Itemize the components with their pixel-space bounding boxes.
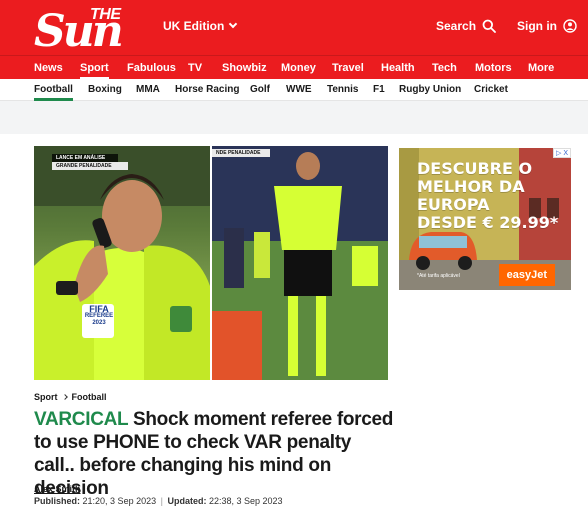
author-link[interactable]: Alex Smith <box>34 484 81 494</box>
main-nav-item-showbiz[interactable]: Showbiz <box>222 56 267 80</box>
sub-nav-item-cricket[interactable]: Cricket <box>474 79 508 101</box>
main-nav-item-fabulous[interactable]: Fabulous <box>127 56 176 80</box>
ad-headline-line-2: MELHOR DA EUROPA <box>417 177 525 214</box>
easyjet-logo: easyJet <box>498 264 555 286</box>
updated-date: 22:38, 3 Sep 2023 <box>209 496 283 506</box>
date-separator: | <box>160 496 163 506</box>
penalty-tag-right-text: NDE PENALIDADE <box>216 150 261 156</box>
ad-headline-line-3: DESDE € 29.99* <box>417 213 559 232</box>
breadcrumb: Sport Football <box>34 392 107 402</box>
main-nav-item-news[interactable]: News <box>34 56 63 80</box>
fifa-badge-year: 2023 <box>92 320 106 326</box>
sub-nav-item-f1[interactable]: F1 <box>373 79 385 101</box>
edition-label: UK Edition <box>163 19 225 33</box>
main-nav-item-money[interactable]: Money <box>281 56 316 80</box>
sub-nav-item-tennis[interactable]: Tennis <box>327 79 358 101</box>
main-nav-item-tv[interactable]: TV <box>188 56 202 80</box>
ad-fineprint: *Até tarifa aplicável <box>417 273 460 279</box>
sign-in-button[interactable]: Sign in <box>517 19 577 33</box>
referee-phone-illustration <box>34 146 210 380</box>
fifa-badge-text: FIFA <box>89 304 109 314</box>
hero-image-right-panel: NDE PENALIDADE <box>212 146 388 380</box>
published-label: Published: <box>34 496 81 506</box>
logo-sun-text: Sun <box>34 6 124 57</box>
referee-monitor-illustration <box>212 146 388 380</box>
search-label: Search <box>436 19 477 33</box>
sub-nav-item-football[interactable]: Football <box>34 79 73 101</box>
sport-sub-nav: Football Boxing MMA Horse Racing Golf WWE Tenn… <box>0 79 588 101</box>
breadcrumb-sport[interactable]: Sport <box>34 392 58 402</box>
sub-nav-item-horse-racing[interactable]: Horse Racing <box>175 79 239 101</box>
top-header: THE Sun UK Edition Search Sign in <box>0 0 588 55</box>
edition-selector[interactable]: UK Edition <box>163 19 238 33</box>
hero-image-left-panel: LANCE EM ANÁLISE GRANDE PENALIDADE FIFA … <box>34 146 210 380</box>
sub-nav-item-rugby-union[interactable]: Rugby Union <box>399 79 461 101</box>
replay-tag-line-2: GRANDE PENALIDADE <box>56 163 112 169</box>
published-date: 21:20, 3 Sep 2023 <box>82 496 157 506</box>
replay-tag-line-1: LANCE EM ANÁLISE <box>56 155 106 161</box>
fifa-badge-referee: REFEREE <box>84 313 114 319</box>
search-icon <box>482 19 496 33</box>
sub-nav-item-golf[interactable]: Golf <box>250 79 270 101</box>
headline-kicker: VARCICAL <box>34 409 129 430</box>
chevron-down-icon <box>229 19 238 29</box>
breadcrumb-football[interactable]: Football <box>72 392 107 402</box>
fifa-badge: FIFA REFEREE 2023 <box>84 304 114 327</box>
sub-nav-item-mma[interactable]: MMA <box>136 79 160 101</box>
ad-headline: DESCUBRE O MELHOR DA EUROPA DESDE € 29.9… <box>417 160 571 232</box>
the-sun-logo[interactable]: THE Sun <box>34 4 159 57</box>
updated-label: Updated: <box>167 496 207 506</box>
main-nav-item-travel[interactable]: Travel <box>332 56 364 80</box>
main-nav: News Sport Fabulous TV Showbiz Money Travel Hea… <box>0 55 588 80</box>
user-icon <box>563 19 577 33</box>
ad-band <box>0 101 588 134</box>
chevron-right-icon <box>61 394 68 400</box>
main-nav-item-more[interactable]: More <box>528 56 554 80</box>
easyjet-ad[interactable]: ▷ X DESCUBRE O MELHOR DA EUROPA DESDE € … <box>399 148 571 290</box>
main-nav-item-health[interactable]: Health <box>381 56 415 80</box>
sub-nav-item-wwe[interactable]: WWE <box>286 79 312 101</box>
main-nav-item-tech[interactable]: Tech <box>432 56 457 80</box>
penalty-tag-right: NDE PENALIDADE <box>212 149 270 157</box>
article-dates: Published: 21:20, 3 Sep 2023 | Updated: … <box>34 496 283 506</box>
article-headline: VARCICAL Shock moment referee forced to … <box>34 408 394 500</box>
replay-tag: LANCE EM ANÁLISE <box>52 154 118 162</box>
search-button[interactable]: Search <box>436 19 496 33</box>
sub-nav-item-boxing[interactable]: Boxing <box>88 79 122 101</box>
hero-image[interactable]: LANCE EM ANÁLISE GRANDE PENALIDADE FIFA … <box>34 146 388 380</box>
ad-choices-badge[interactable]: ▷ X <box>553 148 571 158</box>
main-nav-item-motors[interactable]: Motors <box>475 56 512 80</box>
penalty-tag: GRANDE PENALIDADE <box>52 162 128 170</box>
sign-in-label: Sign in <box>517 19 557 33</box>
ad-headline-line-1: DESCUBRE O <box>417 159 533 178</box>
main-nav-item-sport[interactable]: Sport <box>80 56 109 80</box>
